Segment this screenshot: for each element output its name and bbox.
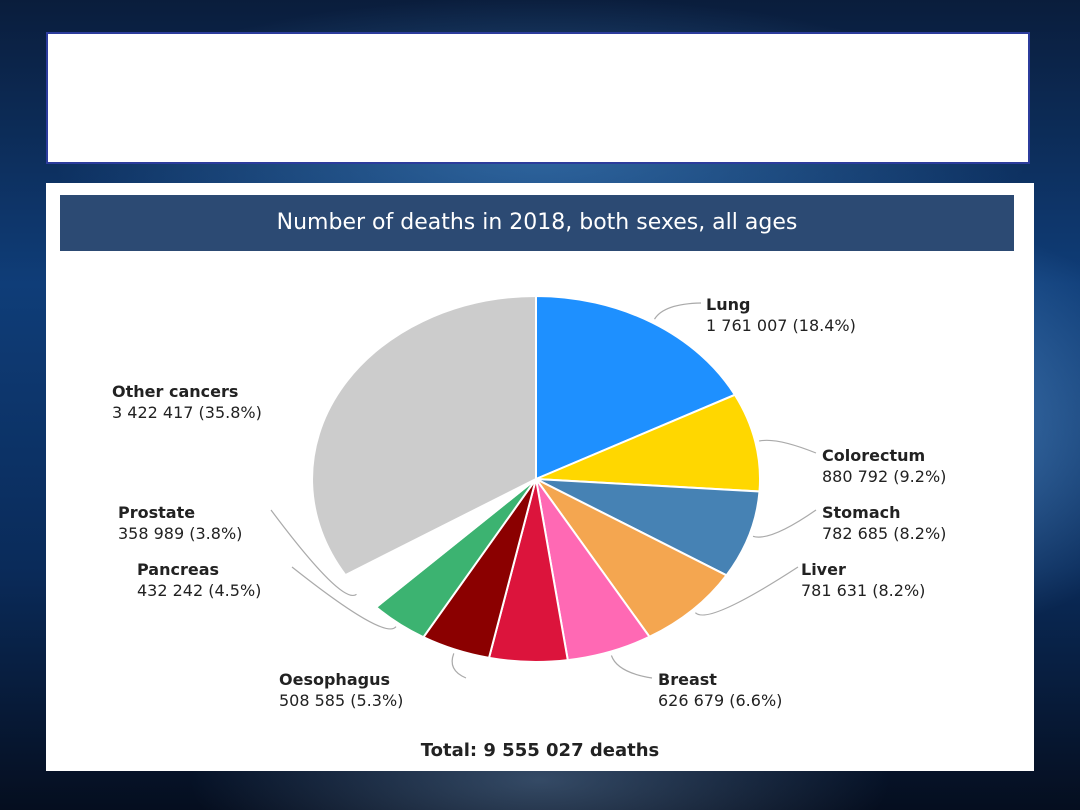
slice-label-name: Colorectum bbox=[822, 446, 925, 465]
slice-label-value: 626 679 (6.6%) bbox=[658, 691, 782, 710]
slice-label-name: Lung bbox=[706, 295, 750, 314]
chart-panel: Number of deaths in 2018, both sexes, al… bbox=[46, 183, 1034, 771]
leader-line-oesophagus bbox=[451, 653, 467, 679]
slice-label-value: 3 422 417 (35.8%) bbox=[112, 403, 262, 422]
slice-label-value: 782 685 (8.2%) bbox=[822, 524, 946, 543]
leader-line-lung bbox=[653, 302, 702, 320]
slice-label-value: 781 631 (8.2%) bbox=[801, 581, 925, 600]
slice-label-name: Prostate bbox=[118, 503, 195, 522]
leader-line-stomach bbox=[752, 509, 817, 538]
slice-label-name: Pancreas bbox=[137, 560, 219, 579]
pie-chart: Lung 1 761 007 (18.4%) Colorectum 880 792 (… bbox=[112, 294, 946, 710]
slice-label-value: 880 792 (9.2%) bbox=[822, 467, 946, 486]
slide-title-box bbox=[46, 32, 1030, 164]
pie-slices bbox=[311, 294, 762, 663]
slice-label-name: Breast bbox=[658, 670, 717, 689]
slice-label-value: 432 242 (4.5%) bbox=[137, 581, 261, 600]
slice-label-name: Stomach bbox=[822, 503, 901, 522]
slice-label-value: 508 585 (5.3%) bbox=[279, 691, 403, 710]
total-deaths: Total: 9 555 027 deaths bbox=[420, 740, 660, 761]
leader-line-breast bbox=[610, 655, 653, 679]
slice-label-value: 1 761 007 (18.4%) bbox=[706, 316, 856, 335]
leader-line-colorectum bbox=[759, 439, 817, 454]
slice-label-name: Oesophagus bbox=[279, 670, 390, 689]
slice-label-value: 358 989 (3.8%) bbox=[118, 524, 242, 543]
slice-label-name: Other cancers bbox=[112, 382, 238, 401]
slice-label-name: Liver bbox=[801, 560, 846, 579]
